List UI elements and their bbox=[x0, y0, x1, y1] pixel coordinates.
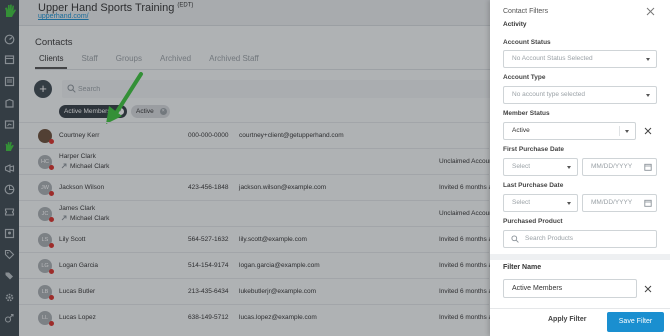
account-type-select[interactable]: No account type selected bbox=[503, 86, 657, 104]
last-purchase-label: Last Purchase Date bbox=[503, 182, 564, 189]
contact-filters-drawer: Contact Filters Activity Account Status … bbox=[490, 0, 670, 336]
member-status-value: Active bbox=[512, 127, 530, 134]
purchased-product-search[interactable]: Search Products bbox=[503, 230, 657, 248]
account-type-label: Account Type bbox=[503, 74, 546, 81]
account-status-label: Account Status bbox=[503, 39, 551, 46]
member-status-select[interactable]: Active bbox=[503, 122, 636, 140]
account-type-value: No account type selected bbox=[512, 91, 585, 98]
date-placeholder: MM/DD/YYYY bbox=[591, 199, 633, 206]
calendar-icon[interactable] bbox=[644, 199, 652, 207]
drawer-body: Activity Account Status No Account Statu… bbox=[490, 18, 670, 308]
section-divider bbox=[490, 254, 670, 260]
save-filter-button[interactable]: Save Filter bbox=[607, 312, 664, 332]
filter-name-label: Filter Name bbox=[503, 264, 542, 271]
chevron-down-icon bbox=[567, 202, 571, 205]
chevron-down-icon bbox=[625, 130, 629, 133]
chevron-down-icon bbox=[567, 166, 571, 169]
filter-name-value: Active Members bbox=[512, 285, 563, 292]
first-purchase-label: First Purchase Date bbox=[503, 146, 565, 153]
last-purchase-select[interactable]: Select bbox=[503, 194, 578, 212]
account-status-select[interactable]: No Account Status Selected bbox=[503, 50, 657, 68]
filter-name-input[interactable]: Active Members bbox=[503, 279, 637, 298]
first-purchase-select[interactable]: Select bbox=[503, 158, 578, 176]
select-separator bbox=[619, 126, 620, 136]
purchased-product-label: Purchased Product bbox=[503, 218, 563, 225]
clear-filter-name-icon[interactable] bbox=[644, 285, 652, 293]
last-purchase-select-value: Select bbox=[512, 199, 531, 206]
section-activity: Activity bbox=[503, 21, 527, 28]
first-purchase-date-input[interactable]: MM/DD/YYYY bbox=[582, 158, 657, 176]
modal-backdrop[interactable] bbox=[0, 0, 490, 336]
drawer-footer: Apply Filter Save Filter bbox=[490, 308, 670, 336]
clear-member-status-icon[interactable] bbox=[644, 127, 652, 135]
account-status-value: No Account Status Selected bbox=[512, 55, 593, 62]
first-purchase-select-value: Select bbox=[512, 163, 531, 170]
chevron-down-icon bbox=[646, 94, 650, 97]
calendar-icon[interactable] bbox=[644, 163, 652, 171]
date-placeholder: MM/DD/YYYY bbox=[591, 163, 633, 170]
member-status-label: Member Status bbox=[503, 110, 550, 117]
chevron-down-icon bbox=[646, 58, 650, 61]
apply-filter-button[interactable]: Apply Filter bbox=[548, 316, 587, 323]
drawer-title: Contact Filters bbox=[503, 8, 549, 15]
search-icon bbox=[511, 235, 519, 243]
app-root: Upper Hand Sports Training (EDT) upperha… bbox=[0, 0, 670, 336]
close-icon[interactable] bbox=[646, 7, 655, 16]
product-search-placeholder: Search Products bbox=[525, 235, 574, 242]
last-purchase-date-input[interactable]: MM/DD/YYYY bbox=[582, 194, 657, 212]
